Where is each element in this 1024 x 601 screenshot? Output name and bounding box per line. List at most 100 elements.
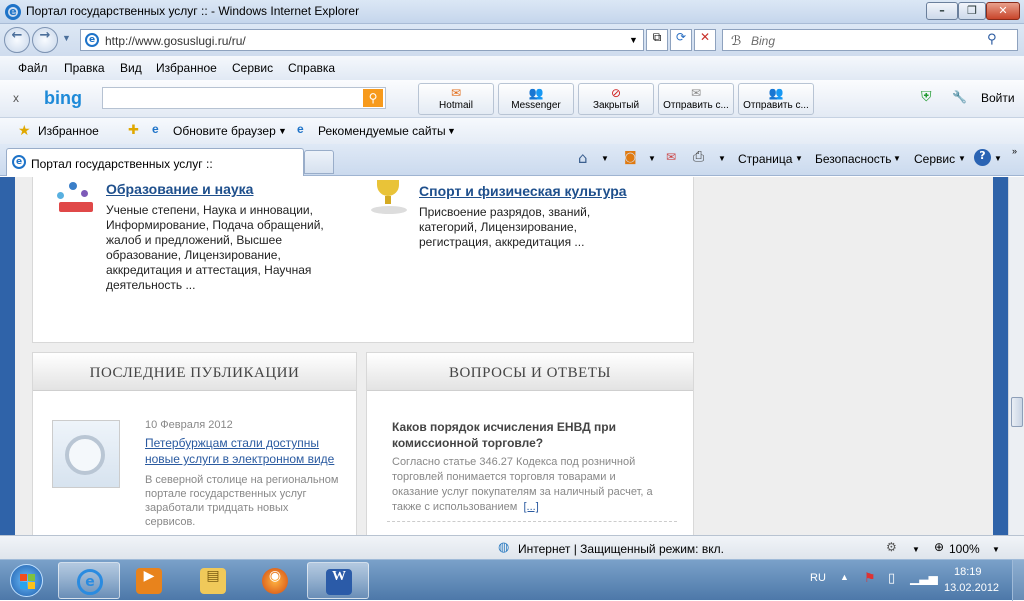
- vertical-scrollbar[interactable]: [1008, 177, 1024, 535]
- compat-view-icon[interactable]: ⧉: [646, 29, 668, 51]
- media-player-icon: ▶: [136, 568, 162, 594]
- education-link[interactable]: Образование и наука: [106, 181, 253, 197]
- send-page-button[interactable]: ✉ Отправить с...: [658, 83, 734, 115]
- menu-file[interactable]: Файл: [18, 61, 48, 75]
- zoom-level[interactable]: 100%: [949, 542, 980, 556]
- folder-icon: ▤: [200, 568, 226, 594]
- taskbar-ie[interactable]: e: [58, 562, 120, 599]
- bing-logo: bing: [44, 88, 82, 108]
- fav-suggested-sites[interactable]: Рекомендуемые сайты: [318, 124, 446, 138]
- read-mail-icon[interactable]: ✉: [666, 150, 676, 164]
- faq-more-link[interactable]: [...]: [523, 501, 538, 513]
- faq-answer: Согласно статье 346.27 Кодекса под розни…: [392, 456, 653, 513]
- fav-update-browser[interactable]: Обновите браузер: [173, 124, 276, 138]
- block-icon: ⊘: [610, 86, 622, 100]
- bing-search-icon: ℬ: [731, 33, 742, 48]
- fav-dropdown-icon-2[interactable]: ▼: [447, 126, 456, 136]
- language-indicator[interactable]: RU: [810, 572, 826, 584]
- publications-header: ПОСЛЕДНИЕ ПУБЛИКАЦИИ: [33, 353, 356, 391]
- menu-favorites[interactable]: Избранное: [156, 61, 217, 75]
- network-signal-icon[interactable]: ▁▃▅: [910, 571, 938, 585]
- messenger-button[interactable]: 👥 Messenger: [498, 83, 574, 115]
- chevron-more-icon[interactable]: »: [1012, 146, 1017, 156]
- sport-desc: Присвоение разрядов, званий, категорий, Л…: [419, 205, 591, 249]
- publication-text: В северной столице на региональном портал…: [145, 474, 339, 528]
- taskbar-firefox[interactable]: ◉: [244, 562, 306, 599]
- taskbar-explorer[interactable]: ▤: [182, 562, 244, 599]
- favorites-star-icon: ★: [18, 122, 31, 138]
- safety-menu[interactable]: Безопасность: [815, 152, 892, 166]
- fav-ie-icon: e: [152, 122, 159, 136]
- rss-dropdown-icon[interactable]: ▼: [648, 154, 656, 163]
- help-dropdown-icon[interactable]: ▼: [994, 154, 1002, 163]
- url-dropdown-icon[interactable]: ▼: [629, 35, 638, 45]
- tray-expand-icon[interactable]: ▲: [840, 572, 849, 582]
- fav-dropdown-icon[interactable]: ▼: [278, 126, 287, 136]
- page-icon: e: [85, 33, 99, 47]
- history-dropdown-icon[interactable]: ▼: [62, 33, 71, 43]
- faq-question[interactable]: Каков порядок исчисления ЕНВД при комисси…: [392, 419, 616, 451]
- globe-icon: ◍: [498, 540, 510, 555]
- close-button[interactable]: ✕: [986, 2, 1020, 20]
- status-bar: ◍ Интернет | Защищенный режим: вкл. ⚙ ▼ …: [0, 535, 1024, 559]
- bing-search-button-icon[interactable]: ⚲: [363, 89, 383, 107]
- blocked-button[interactable]: ⊘ Закрытый: [578, 83, 654, 115]
- menu-view[interactable]: Вид: [120, 61, 142, 75]
- new-tab-button[interactable]: [304, 150, 334, 174]
- tools-menu[interactable]: Сервис: [914, 152, 955, 166]
- ie-taskbar-icon: e: [77, 569, 103, 595]
- bing-bar-close[interactable]: x: [13, 91, 19, 105]
- start-button[interactable]: [4, 560, 48, 601]
- send-messenger-button[interactable]: 👥 Отправить с...: [738, 83, 814, 115]
- maximize-button[interactable]: ❐: [958, 2, 986, 20]
- url-text[interactable]: http://www.gosuslugi.ru/ru/: [105, 34, 246, 48]
- menu-help[interactable]: Справка: [288, 61, 335, 75]
- page-menu[interactable]: Страница: [738, 152, 792, 166]
- home-dropdown-icon[interactable]: ▼: [601, 154, 609, 163]
- taskbar-word[interactable]: W: [307, 562, 369, 599]
- popup-settings-icon[interactable]: ⚙: [886, 540, 897, 554]
- scrollbar-thumb[interactable]: [1011, 397, 1023, 427]
- rss-icon[interactable]: ◙: [624, 150, 637, 165]
- bing-search-input[interactable]: ⚲: [102, 87, 386, 109]
- firefox-icon: ◉: [262, 568, 288, 594]
- menu-tools[interactable]: Сервис: [232, 61, 273, 75]
- clock-date[interactable]: 13.02.2012: [944, 582, 999, 594]
- search-icon[interactable]: ⚲: [987, 32, 997, 47]
- action-center-icon[interactable]: ⚑: [864, 571, 876, 586]
- battery-icon[interactable]: ▯: [888, 571, 895, 586]
- window-title: Портал государственных услуг :: - Window…: [26, 4, 360, 18]
- add-favorites-icon[interactable]: ✚: [128, 122, 139, 138]
- home-icon[interactable]: ⌂: [578, 149, 588, 167]
- stop-icon[interactable]: ✕: [694, 29, 716, 51]
- publication-link[interactable]: Петербуржцам стали доступны новые услуги …: [145, 435, 334, 467]
- print-icon[interactable]: ⎙: [693, 149, 704, 165]
- show-desktop-button[interactable]: [1012, 560, 1024, 601]
- help-icon[interactable]: ?: [974, 149, 991, 166]
- search-field[interactable]: ℬ Bing ⚲: [722, 29, 1018, 51]
- back-button[interactable]: ←: [4, 27, 30, 53]
- hotmail-button[interactable]: ✉ Hotmail: [418, 83, 494, 115]
- publication-date: 10 Февраля 2012: [145, 419, 233, 431]
- wrench-icon[interactable]: 🔧: [952, 90, 967, 104]
- security-zone-text[interactable]: Интернет | Защищенный режим: вкл.: [518, 542, 724, 556]
- shield-icon[interactable]: ⛨: [921, 89, 932, 105]
- refresh-icon[interactable]: ⟳: [670, 29, 692, 51]
- education-icon: [55, 182, 95, 216]
- forward-button[interactable]: →: [32, 27, 58, 53]
- sport-link[interactable]: Спорт и физическая культура: [419, 183, 627, 199]
- clock-time[interactable]: 18:19: [954, 566, 982, 578]
- minimize-button[interactable]: –: [926, 2, 958, 20]
- tab-active[interactable]: e Портал государственных услуг ::: [6, 148, 304, 176]
- zoom-dropdown-icon[interactable]: ▼: [992, 545, 1000, 554]
- tools-dropdown-icon: ▼: [958, 154, 966, 163]
- signin-button[interactable]: Войти: [981, 91, 1015, 105]
- menu-edit[interactable]: Правка: [64, 61, 105, 75]
- menu-bar: Файл Правка Вид Избранное Сервис Справка: [0, 56, 1024, 80]
- url-field[interactable]: e http://www.gosuslugi.ru/ru/ ▼: [80, 29, 644, 51]
- taskbar-media-player[interactable]: ▶: [118, 562, 180, 599]
- publication-thumbnail[interactable]: [52, 420, 120, 488]
- popup-dropdown-icon[interactable]: ▼: [912, 545, 920, 554]
- favorites-button[interactable]: Избранное: [38, 124, 99, 138]
- print-dropdown-icon[interactable]: ▼: [718, 154, 726, 163]
